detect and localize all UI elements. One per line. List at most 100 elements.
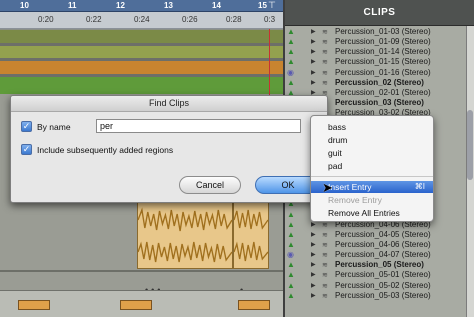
time-label: 0:28 [226,15,242,24]
menu-item-guit[interactable]: guit [311,147,433,159]
clip-row[interactable]: ◉ ▶ ≋ Percussion_04-07 (Stereo) [285,250,468,260]
clip-name: Percussion_01-03 (Stereo) [335,27,431,36]
mini-clip [18,300,50,310]
expand-triangle-icon[interactable]: ▶ [311,261,316,268]
stereo-clip-icon: ≋ [322,29,328,36]
bar-number: 10 [20,1,29,10]
audio-file-icon: ▲ [287,260,295,270]
expand-triangle-icon[interactable]: ▶ [311,231,316,238]
stereo-clip-icon: ≋ [322,282,328,290]
by-name-checkbox[interactable]: ✓ [21,121,32,132]
clip-row[interactable]: ▲ ▶ ≋ Percussion_04-05 (Stereo) [285,230,468,240]
audio-file-icon: ▲ [287,47,295,57]
time-label: 0:24 [134,15,150,24]
expand-triangle-icon[interactable]: ▶ [311,69,316,76]
track-lane[interactable] [0,61,283,74]
waveform-icon [234,209,268,230]
clip-name: Percussion_01-09 (Stereo) [335,37,431,47]
clip-row[interactable]: ▲ ▶ ≋ Percussion_01-15 (Stereo) [285,57,468,67]
time-label: 0:20 [38,15,54,24]
expand-triangle-icon[interactable]: ▶ [311,28,316,35]
expand-triangle-icon[interactable]: ▶ [311,251,316,258]
clip-row[interactable]: ◉ ▶ ≋ Percussion_01-16 (Stereo) [285,68,468,78]
audio-file-icon: ▲ [287,229,295,239]
audio-file-icon: ▲ [287,270,295,280]
time-label: 0:26 [182,15,198,24]
audio-clip[interactable] [137,199,233,269]
clip-name: Percussion_05-03 (Stereo) [335,290,431,300]
clip-row[interactable]: ▲ ▶ ≋ Percussion_05 (Stereo) [285,260,468,270]
audio-file-icon: ▲ [287,77,295,87]
stereo-clip-icon: ≋ [322,241,328,249]
mouse-pointer-icon: ➤ [322,180,333,195]
expand-triangle-icon[interactable]: ▶ [311,58,316,65]
audio-clip[interactable] [233,199,269,269]
expand-triangle-icon[interactable]: ▶ [311,48,316,55]
track-lane[interactable] [0,46,283,58]
clip-name: Percussion_04-06 (Stereo) [335,239,431,249]
waveform-icon [138,207,232,232]
stereo-clip-icon: ≋ [322,49,328,57]
bar-number: 12 [116,1,125,10]
menu-item-drum[interactable]: drum [311,134,433,146]
stereo-clip-icon: ≋ [322,39,328,47]
waveform-icon [138,241,232,263]
clip-row[interactable]: ▲ ▶ ≋ Percussion_01-14 (Stereo) [285,47,468,57]
expand-triangle-icon[interactable]: ▶ [311,282,316,289]
include-added-label: Include subsequently added regions [37,145,174,155]
timecode-ruler[interactable]: 0:20 0:22 0:24 0:26 0:28 0:3 [0,12,283,29]
menu-item-pad[interactable]: pad [311,160,433,172]
expand-triangle-icon[interactable]: ▶ [311,79,316,86]
clip-row[interactable]: ▲ ▶ ≋ Percussion_01-03 (Stereo) [285,27,468,37]
stereo-clip-icon: ≋ [322,59,328,67]
stereo-clip-icon: ≋ [322,292,328,300]
dialog-title: Find Clips [11,96,327,112]
clip-name: Percussion_04-07 (Stereo) [335,250,431,260]
clip-name-search-input[interactable]: per [96,119,301,133]
expand-triangle-icon[interactable]: ▶ [311,38,316,45]
audio-file-icon: ▲ [287,57,295,67]
by-name-label: By name [37,122,71,132]
expand-triangle-icon[interactable]: ▶ [311,271,316,278]
menu-item-remove-all-entries[interactable]: Remove All Entries [311,207,433,219]
bar-number: 11 [68,1,77,10]
clip-row[interactable]: ▲ ▶ ≋ Percussion_01-09 (Stereo) [285,37,468,47]
clip-row[interactable]: ▲ ▶ ≋ Percussion_05-01 (Stereo) [285,270,468,280]
track-lane[interactable] [0,30,283,43]
stereo-clip-icon: ≋ [322,69,328,77]
clip-row[interactable]: ▲ ▶ ≋ Percussion_02 (Stereo) [285,78,468,88]
bar-number: 14 [212,1,221,10]
expand-triangle-icon[interactable]: ▶ [311,241,316,248]
stereo-clip-icon: ≋ [322,272,328,280]
time-label: 0:22 [86,15,102,24]
clip-row[interactable]: ▲ ▶ ≋ Percussion_05-03 (Stereo) [285,291,468,301]
menu-item-bass[interactable]: bass [311,121,433,133]
stereo-clip-icon: ≋ [322,262,328,270]
audio-file-icon: ▲ [287,219,295,229]
audio-file-icon: ▲ [287,280,295,290]
find-clips-dialog: Find Clips ✓ By name per ✓ Include subse… [10,95,328,203]
track-lane[interactable] [0,77,283,94]
include-added-checkbox[interactable]: ✓ [21,144,32,155]
expand-triangle-icon[interactable]: ▶ [311,292,316,299]
clips-scroll-thumb[interactable] [467,110,473,180]
insert-entry-shortcut: ⌘I [414,182,425,191]
clip-name: Percussion_02 (Stereo) [335,77,424,87]
insert-entry-label: Insert Entry [328,182,372,192]
stereo-clip-icon: ≋ [322,252,328,260]
clips-header: CLIPS [285,0,474,26]
mini-clip [120,300,152,310]
clip-row[interactable]: ▲ ▶ ≋ Percussion_05-02 (Stereo) [285,281,468,291]
bars-ruler[interactable]: 10 11 12 13 14 15 ⊤ [0,0,283,12]
waveform-icon [234,241,268,262]
clip-name: Percussion_05-01 (Stereo) [335,270,431,280]
audio-file-icon: ▲ [287,37,295,47]
search-history-menu: bass drum guit pad Insert Entry ⌘I Remov… [310,115,434,222]
clip-row[interactable]: ▲ ▶ ≋ Percussion_04-06 (Stereo) [285,240,468,250]
clip-name: Percussion_05 (Stereo) [335,260,424,270]
clip-name: Percussion_03 (Stereo) [335,97,424,107]
playhead-cursor[interactable] [269,29,270,97]
cancel-button[interactable]: Cancel [179,176,241,194]
menu-divider [311,176,433,177]
end-marker-icon[interactable]: ⊤ [268,0,276,11]
